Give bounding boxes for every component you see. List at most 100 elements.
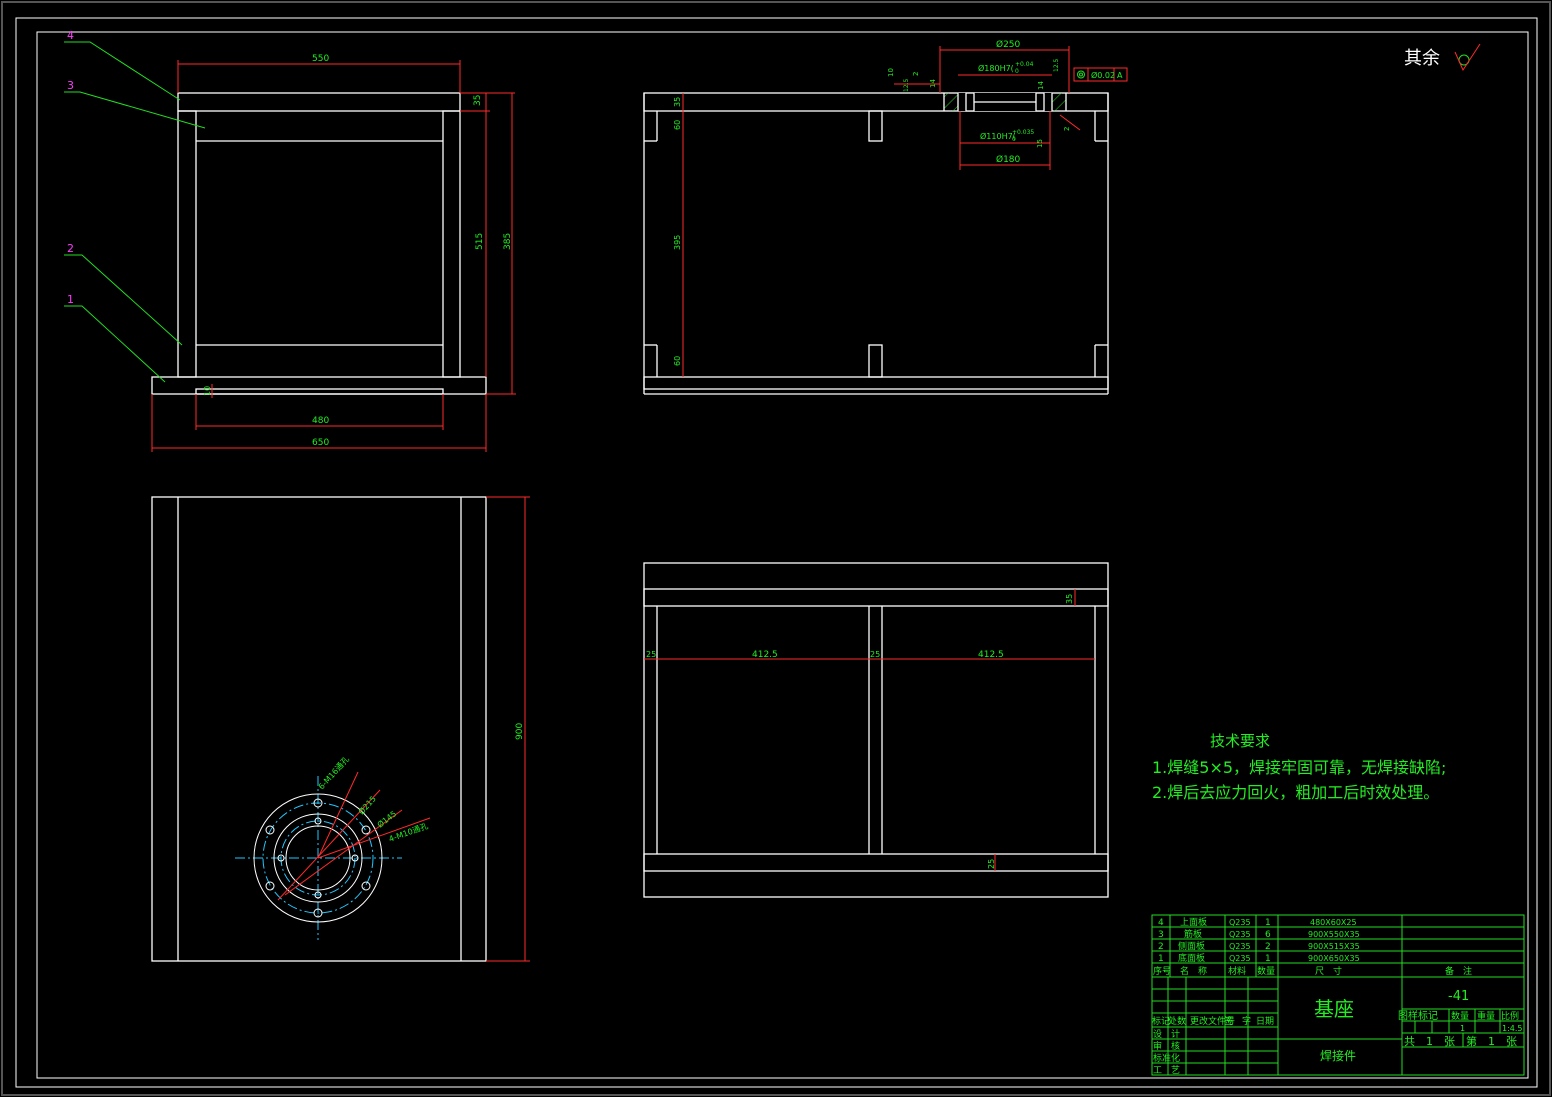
dim-d180h7: Ø180H7( — [978, 63, 1014, 73]
dim-385: 385 — [503, 233, 513, 250]
bom-mat-1: Q235 — [1229, 954, 1251, 963]
bom-hdr-qty: 数量 — [1257, 965, 1275, 977]
val-scale: 1:4.5 — [1502, 1024, 1523, 1033]
lbl-design: 设 计 — [1153, 1028, 1180, 1040]
tech-line-1: 1.焊缝5×5，焊接牢固可靠，无焊接缺陷; — [1152, 758, 1446, 777]
bom-mat-3: Q235 — [1229, 930, 1251, 939]
tol-d180-lower: 0 — [1015, 68, 1019, 75]
bom-no-4: 4 — [1158, 918, 1164, 928]
dim-12-5-a: 12.5 — [903, 78, 910, 92]
bom-name-1: 底面板 — [1178, 952, 1205, 964]
bom-hdr-remark: 备 注 — [1445, 965, 1472, 977]
dim-35-bottom: 35 — [1065, 594, 1074, 604]
dim-15: 15 — [1036, 139, 1044, 148]
leader-2: 2 — [67, 242, 74, 255]
lbl-count: 数量 — [1451, 1010, 1469, 1022]
bom-name-2: 侧面板 — [1178, 940, 1205, 952]
lbl-scale: 比例 — [1501, 1010, 1519, 1022]
leader-1: 1 — [67, 293, 74, 306]
bom-no-3: 3 — [1158, 930, 1164, 940]
drawing-number: -41 — [1448, 989, 1469, 1004]
tech-line-2: 2.焊后去应力回火，粗加工后时效处理。 — [1152, 783, 1439, 802]
dim-60-b: 60 — [673, 356, 682, 366]
dim-480: 480 — [312, 416, 329, 426]
tol-d110-upper: +0.035 — [1012, 129, 1034, 136]
part-name: 基座 — [1314, 997, 1354, 1021]
dim-14-a: 14 — [929, 79, 937, 88]
bom-qty-1: 1 — [1265, 954, 1271, 964]
bom-size-3: 900X550X35 — [1308, 930, 1360, 939]
dim-35-front: 35 — [473, 95, 483, 106]
bom-hdr-size: 尺 寸 — [1315, 965, 1342, 977]
surface-note: 其余 — [1404, 48, 1440, 69]
lbl-standard: 标准化 — [1153, 1052, 1180, 1064]
leader-4: 4 — [67, 29, 74, 42]
bom-size-4: 480X60X25 — [1310, 918, 1357, 927]
dim-900: 900 — [515, 723, 525, 740]
dim-25-a: 25 — [646, 650, 656, 659]
lbl-stage: 图样标记 — [1398, 1009, 1438, 1022]
sheet-number: 第 1 张 — [1466, 1034, 1517, 1048]
coaxiality-icon — [1077, 70, 1085, 79]
dim-2-b: 2 — [1063, 127, 1071, 131]
sheet-border-inner — [36, 31, 1529, 1079]
leader-3: 3 — [67, 79, 74, 92]
weld-part: 焊接件 — [1320, 1048, 1356, 1063]
bom-name-3: 筋板 — [1184, 928, 1202, 940]
tol-d180-upper: +0.04 — [1015, 61, 1034, 68]
dim-d215: Ø215 — [356, 794, 378, 817]
tol-coax: Ø0.02 — [1091, 70, 1115, 80]
bom-name-4: 上面板 — [1180, 916, 1207, 928]
dim-d145: Ø145 — [375, 808, 398, 829]
dim-12-5-b: 12.5 — [1053, 58, 1060, 72]
dim-650: 650 — [312, 438, 329, 448]
bom-no-1: 1 — [1158, 954, 1164, 964]
dim-35-side: 35 — [673, 97, 682, 107]
bottom-section-view: 25 412.5 25 412.5 35 25 — [643, 562, 1109, 898]
dim-10-side: 10 — [887, 68, 895, 77]
dim-d250: Ø250 — [996, 39, 1021, 50]
total-sheets: 共 1 张 — [1404, 1035, 1455, 1048]
front-view: 4 3 2 1 550 35 515 385 480 650 10 — [64, 29, 516, 452]
bom-qty-4: 1 — [1265, 918, 1271, 928]
dim-25-b: 25 — [870, 650, 880, 659]
bom-qty-2: 2 — [1265, 942, 1271, 952]
bom-size-2: 900X515X35 — [1308, 942, 1360, 951]
dim-60-a: 60 — [673, 120, 682, 130]
dim-395: 395 — [673, 235, 682, 250]
lbl-weight: 重量 — [1477, 1010, 1495, 1022]
val-qty: 1 — [1460, 1024, 1465, 1033]
bom-no-2: 2 — [1158, 942, 1164, 952]
dim-4m10: 4-M10通孔 — [387, 820, 429, 843]
dim-25-bottom: 25 — [987, 859, 996, 869]
dim-d110h7: Ø110H7( — [980, 131, 1016, 141]
dim-550: 550 — [312, 54, 329, 64]
dim-412-5-a: 412.5 — [752, 650, 778, 660]
dim-10-front: 10 — [203, 386, 212, 396]
dim-412-5-b: 412.5 — [978, 650, 1004, 660]
datum-a: A — [1117, 71, 1123, 80]
dim-6m16: 6-M16通孔 — [316, 754, 351, 791]
bom-hdr-no: 序号 — [1153, 965, 1171, 977]
bom-mat-4: Q235 — [1229, 918, 1251, 927]
lbl-check: 审 核 — [1153, 1040, 1180, 1052]
hdr-count: 处数 — [1168, 1015, 1186, 1027]
bom-hdr-name: 名 称 — [1180, 965, 1207, 977]
tech-title: 技术要求 — [1210, 732, 1270, 750]
dim-515: 515 — [475, 233, 485, 250]
side-section-view: Ø250 Ø180H7( +0.04 0 Ø110H7( +0.035 0 Ø1… — [643, 39, 1128, 395]
bom-size-1: 900X650X35 — [1308, 954, 1360, 963]
bom-hdr-mat: 材料 — [1228, 965, 1246, 977]
dim-d180: Ø180 — [996, 154, 1021, 165]
plan-view: 900 6-M16通孔 Ø215 Ø145 4-M10通孔 — [151, 496, 530, 962]
drawing-canvas: 4 3 2 1 550 35 515 385 480 650 10 Ø250 Ø… — [1, 1, 1551, 1096]
bom-qty-3: 6 — [1265, 930, 1271, 940]
lbl-process: 工 艺 — [1153, 1065, 1180, 1076]
hdr-date: 日期 — [1256, 1016, 1274, 1027]
dim-2-a: 2 — [912, 72, 920, 76]
roughness-icon — [1454, 43, 1481, 72]
tol-d110-lower: 0 — [1012, 136, 1016, 143]
bom-mat-2: Q235 — [1229, 942, 1251, 951]
title-block: 4 上面板 Q235 1 480X60X25 3 筋板 Q235 6 900X5… — [1151, 914, 1525, 1076]
hdr-sign: 签 字 — [1224, 1015, 1251, 1027]
